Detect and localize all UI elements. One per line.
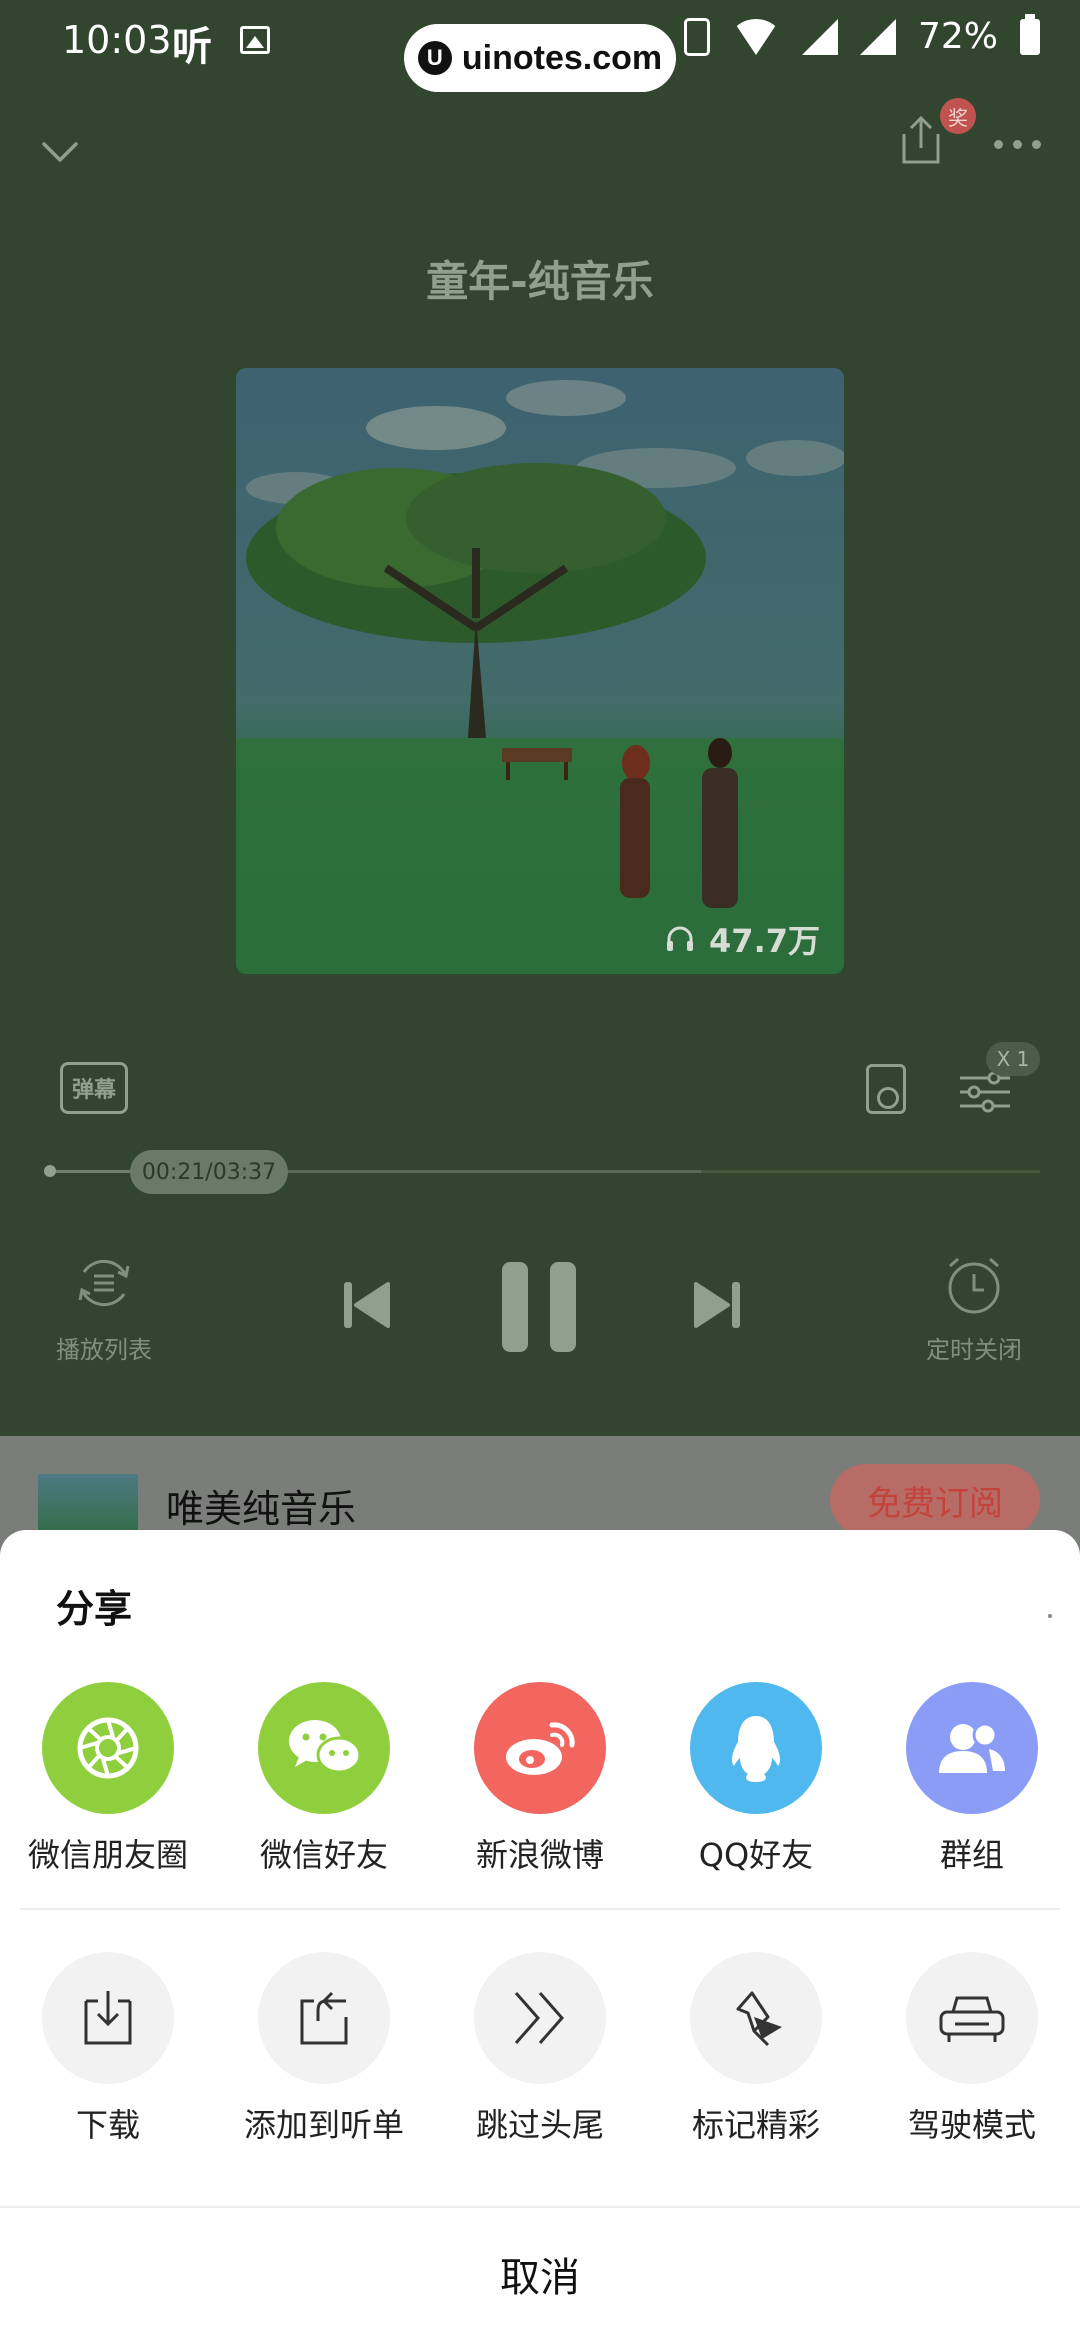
divider	[20, 1908, 1060, 1910]
progress-start-dot	[44, 1165, 56, 1177]
download-label: 下载	[75, 2106, 140, 2144]
share-wechat-label: 微信好友	[259, 1836, 388, 1874]
watermark: U uinotes.com	[404, 24, 676, 92]
share-group[interactable]: 群组	[864, 1682, 1080, 1876]
equalizer-icon[interactable]	[958, 1070, 1012, 1114]
alarm-clock-icon[interactable]	[944, 1254, 1004, 1316]
group-icon	[906, 1682, 1038, 1814]
share-qq-label: QQ好友	[698, 1836, 814, 1874]
app-notification-icon: 听	[172, 24, 212, 70]
speaker-icon[interactable]	[866, 1064, 906, 1114]
share-icon[interactable]	[896, 112, 946, 168]
vibrate-icon	[683, 17, 710, 56]
share-weibo-label: 新浪微博	[475, 1836, 604, 1874]
share-sheet: 分享 微信朋友圈 微信好友 新浪微博 QQ好友 群组 下载 添加到听单 跳过头尾…	[0, 1530, 1080, 2340]
battery-icon	[1020, 13, 1040, 55]
signal-icon	[801, 18, 838, 55]
cover-artwork	[236, 368, 844, 974]
progress-time-thumb[interactable]: 00:21/03:37	[130, 1150, 288, 1194]
album-cover: 47.7万	[236, 368, 844, 974]
playlist-label[interactable]: 播放列表	[56, 1330, 152, 1365]
play-count: 47.7万	[665, 916, 820, 962]
sheet-indicator	[1048, 1614, 1052, 1618]
progress-played	[44, 1170, 141, 1173]
driving-mode-action[interactable]: 驾驶模式	[864, 1952, 1080, 2146]
actions-row: 下载 添加到听单 跳过头尾 标记精彩 驾驶模式	[0, 1952, 1080, 2162]
signal-icon-2	[859, 18, 896, 55]
share-qq[interactable]: QQ好友	[648, 1682, 864, 1876]
car-icon	[906, 1952, 1038, 2084]
add-to-list-action[interactable]: 添加到听单	[216, 1952, 432, 2146]
cancel-button[interactable]: 取消	[0, 2208, 1080, 2340]
battery-percent: 72%	[917, 16, 998, 57]
share-moments[interactable]: 微信朋友圈	[0, 1682, 216, 1876]
qq-icon	[690, 1682, 822, 1814]
share-weibo[interactable]: 新浪微博	[432, 1682, 648, 1876]
timer-label[interactable]: 定时关闭	[926, 1330, 1022, 1365]
award-badge: 奖	[940, 98, 976, 134]
previous-icon[interactable]	[344, 1280, 390, 1330]
add-to-list-label: 添加到听单	[243, 2106, 404, 2144]
mark-highlight-action[interactable]: 标记精彩	[648, 1952, 864, 2146]
playback-speed-badge[interactable]: X 1	[986, 1042, 1040, 1076]
next-icon[interactable]	[694, 1280, 740, 1330]
driving-mode-label: 驾驶模式	[907, 2106, 1036, 2144]
player-screen: 10:03 听 72% U uinotes.com 奖 童年-纯音乐 47.7万…	[0, 0, 1080, 1440]
more-icon[interactable]	[994, 140, 1041, 149]
image-notification-icon	[240, 26, 270, 54]
song-title: 童年-纯音乐	[426, 257, 654, 306]
mark-highlight-label: 标记精彩	[691, 2106, 820, 2144]
share-targets-row: 微信朋友圈 微信好友 新浪微博 QQ好友 群组	[0, 1682, 1080, 1892]
headphones-icon	[667, 926, 694, 951]
watermark-text: uinotes.com	[461, 38, 663, 77]
weibo-icon	[474, 1682, 606, 1814]
download-action[interactable]: 下载	[0, 1952, 216, 2146]
pin-icon	[690, 1952, 822, 2084]
add-to-list-icon	[258, 1952, 390, 2084]
share-wechat[interactable]: 微信好友	[216, 1682, 432, 1876]
share-moments-label: 微信朋友圈	[27, 1836, 188, 1874]
danmu-button[interactable]: 弹幕	[60, 1062, 128, 1114]
play-count-value: 47.7万	[709, 922, 820, 960]
chevron-down-icon[interactable]	[40, 132, 80, 172]
watermark-logo: U	[417, 41, 452, 75]
status-time: 10:03	[62, 18, 172, 62]
pause-button[interactable]	[502, 1262, 576, 1352]
moments-icon	[42, 1682, 174, 1814]
download-icon	[42, 1952, 174, 2084]
wechat-icon	[258, 1682, 390, 1814]
skip-intro-outro-label: 跳过头尾	[475, 2106, 604, 2144]
album-title[interactable]: 唯美纯音乐	[166, 1478, 356, 1533]
share-sheet-title: 分享	[56, 1587, 133, 1631]
wifi-icon	[731, 18, 780, 55]
subscribe-button[interactable]: 免费订阅	[830, 1464, 1040, 1536]
skip-intro-outro-action[interactable]: 跳过头尾	[432, 1952, 648, 2146]
share-group-label: 群组	[939, 1836, 1004, 1874]
playlist-icon[interactable]	[72, 1254, 136, 1312]
skip-intro-outro-icon	[474, 1952, 606, 2084]
